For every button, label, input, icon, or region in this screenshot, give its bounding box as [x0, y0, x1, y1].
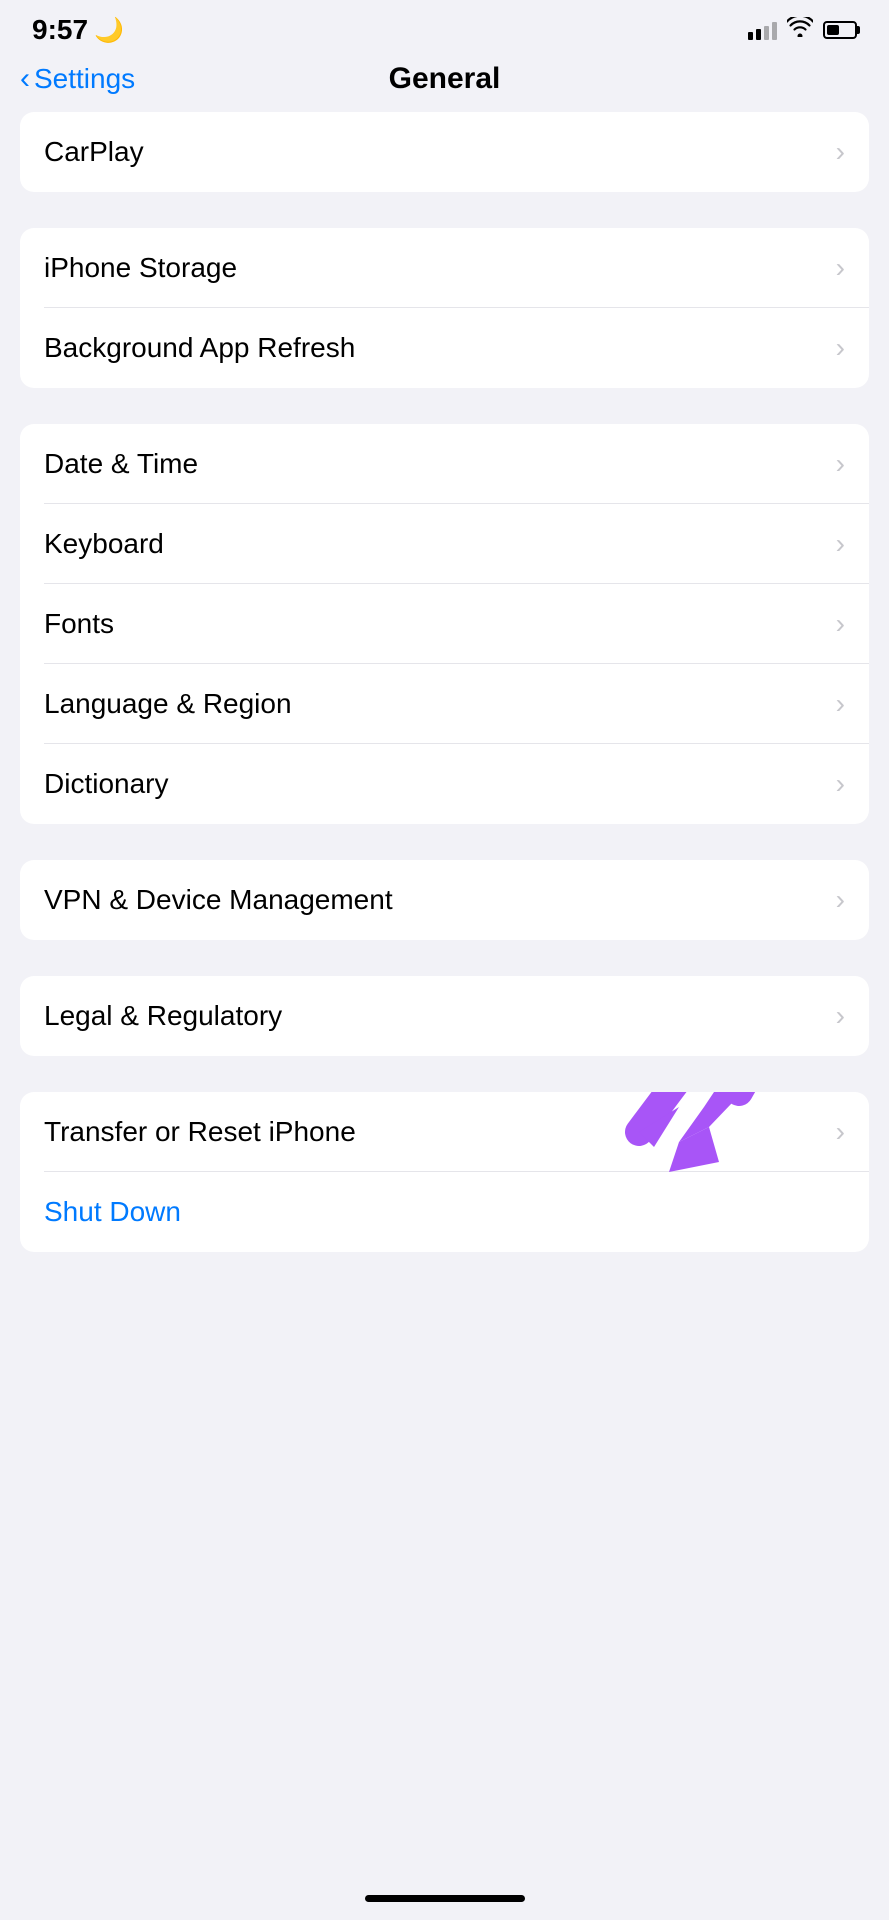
keyboard-chevron-icon: ›: [836, 528, 845, 560]
page-title: General: [389, 62, 501, 96]
carplay-label: CarPlay: [44, 136, 144, 168]
nav-bar: ‹ Settings General: [0, 54, 889, 112]
moon-icon: 🌙: [94, 16, 124, 45]
signal-bar-1: [748, 32, 753, 40]
back-label: Settings: [34, 63, 135, 95]
language-region-chevron-icon: ›: [836, 688, 845, 720]
keyboard-row[interactable]: Keyboard ›: [20, 504, 869, 584]
shut-down-row[interactable]: Shut Down: [20, 1172, 869, 1252]
background-app-refresh-row[interactable]: Background App Refresh ›: [20, 308, 869, 388]
date-time-row[interactable]: Date & Time ›: [20, 424, 869, 504]
storage-group: iPhone Storage › Background App Refresh …: [20, 228, 869, 388]
vpn-device-chevron-icon: ›: [836, 884, 845, 916]
language-region-label: Language & Region: [44, 688, 292, 720]
legal-regulatory-label: Legal & Regulatory: [44, 1000, 282, 1032]
vpn-device-label: VPN & Device Management: [44, 884, 393, 916]
fonts-label: Fonts: [44, 608, 114, 640]
carplay-row[interactable]: CarPlay ›: [20, 112, 869, 192]
signal-bar-3: [764, 26, 769, 40]
time-display: 9:57: [32, 14, 88, 46]
carplay-group: CarPlay ›: [20, 112, 869, 192]
language-region-row[interactable]: Language & Region ›: [20, 664, 869, 744]
status-time: 9:57 🌙: [32, 14, 124, 46]
dictionary-row[interactable]: Dictionary ›: [20, 744, 869, 824]
battery-icon: [823, 21, 857, 39]
status-icons: [748, 17, 857, 43]
background-app-refresh-label: Background App Refresh: [44, 332, 355, 364]
iphone-storage-chevron-icon: ›: [836, 252, 845, 284]
dictionary-label: Dictionary: [44, 768, 168, 800]
vpn-group: VPN & Device Management ›: [20, 860, 869, 940]
signal-bar-4: [772, 22, 777, 40]
dictionary-chevron-icon: ›: [836, 768, 845, 800]
legal-group: Legal & Regulatory ›: [20, 976, 869, 1056]
status-bar: 9:57 🌙: [0, 0, 889, 54]
battery-fill: [827, 25, 839, 35]
date-time-chevron-icon: ›: [836, 448, 845, 480]
background-app-refresh-chevron-icon: ›: [836, 332, 845, 364]
iphone-storage-label: iPhone Storage: [44, 252, 237, 284]
locale-group: Date & Time › Keyboard › Fonts › Languag…: [20, 424, 869, 824]
date-time-label: Date & Time: [44, 448, 198, 480]
carplay-chevron-icon: ›: [836, 136, 845, 168]
iphone-storage-row[interactable]: iPhone Storage ›: [20, 228, 869, 308]
legal-regulatory-row[interactable]: Legal & Regulatory ›: [20, 976, 869, 1056]
shut-down-label: Shut Down: [44, 1196, 181, 1228]
keyboard-label: Keyboard: [44, 528, 164, 560]
fonts-row[interactable]: Fonts ›: [20, 584, 869, 664]
back-button[interactable]: ‹ Settings: [20, 63, 135, 95]
signal-icon: [748, 20, 777, 40]
vpn-device-row[interactable]: VPN & Device Management ›: [20, 860, 869, 940]
signal-bar-2: [756, 29, 761, 40]
legal-regulatory-chevron-icon: ›: [836, 1000, 845, 1032]
transfer-reset-row[interactable]: Transfer or Reset iPhone ›: [20, 1092, 869, 1172]
settings-content: CarPlay › iPhone Storage › Background Ap…: [0, 112, 889, 1252]
fonts-chevron-icon: ›: [836, 608, 845, 640]
reset-group: Transfer or Reset iPhone › Shut Down: [20, 1092, 869, 1252]
wifi-icon: [787, 17, 813, 43]
transfer-reset-chevron-icon: ›: [836, 1116, 845, 1148]
home-indicator: [365, 1895, 525, 1902]
transfer-reset-label: Transfer or Reset iPhone: [44, 1116, 356, 1148]
back-chevron-icon: ‹: [20, 64, 30, 94]
